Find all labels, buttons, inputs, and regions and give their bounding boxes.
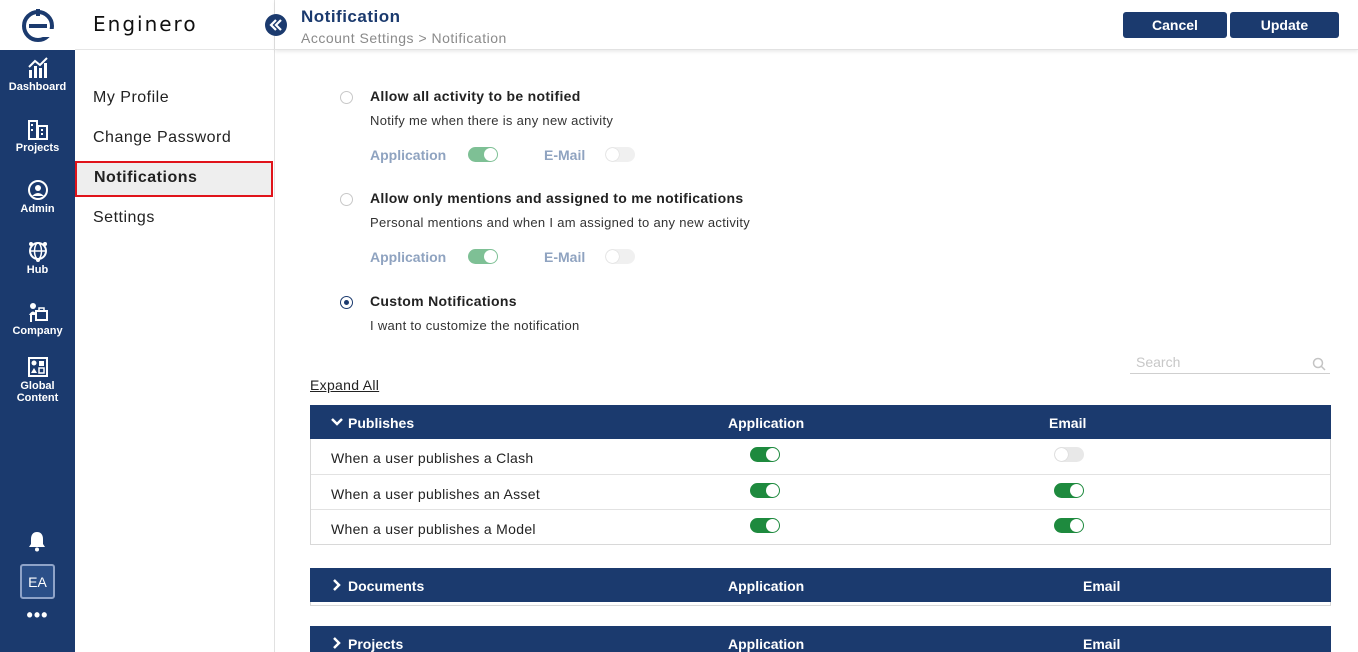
email-toggle[interactable]: [605, 249, 635, 264]
double-chevron-left-icon: [269, 19, 282, 31]
brand-name: Enginero: [93, 12, 198, 36]
app-logo[interactable]: [0, 0, 75, 50]
option-description: I want to customize the notification: [370, 318, 580, 333]
sidebar-item-change-password[interactable]: Change Password: [75, 121, 273, 155]
chevron-down-icon: [331, 418, 343, 426]
email-toggle[interactable]: [1054, 518, 1084, 533]
rail-label: Company: [12, 325, 63, 337]
column-header-application: Application: [728, 578, 805, 594]
rail-item-dashboard[interactable]: Dashboard: [0, 57, 75, 93]
sidebar-divider: [75, 49, 275, 50]
column-header-email: Email: [1083, 636, 1121, 652]
email-label: E-Mail: [544, 249, 586, 265]
section-footer: [310, 602, 1331, 606]
admin-user-icon: [27, 180, 48, 200]
more-menu-button[interactable]: •••: [0, 606, 75, 624]
column-header-application: Application: [728, 636, 805, 652]
application-toggle[interactable]: [468, 249, 498, 264]
collapse-sidebar-button[interactable]: [265, 14, 287, 36]
sidebar-item-my-profile[interactable]: My Profile: [75, 81, 273, 115]
application-toggle[interactable]: [750, 483, 780, 498]
rail-label: Global: [20, 380, 55, 392]
sidebar-item-notifications[interactable]: Notifications: [75, 161, 273, 197]
dashboard-icon: [27, 57, 48, 78]
column-header-application: Application: [728, 415, 805, 431]
application-label: Application: [370, 147, 447, 163]
option-title: Allow only mentions and assigned to me n…: [370, 190, 744, 206]
rail-label: Hub: [26, 264, 49, 276]
settings-sidebar: Enginero My Profile Change Password Noti…: [75, 0, 275, 652]
section-documents: Documents Application Email: [310, 568, 1331, 606]
chevron-right-icon: [333, 637, 341, 649]
table-row: When a user publishes a Clash: [311, 439, 1330, 474]
breadcrumb: Account Settings > Notification: [301, 30, 507, 46]
application-label: Application: [370, 249, 447, 265]
rail-item-global-content[interactable]: Global Content: [0, 356, 75, 404]
sidebar-item-settings[interactable]: Settings: [75, 201, 273, 235]
email-toggle[interactable]: [1054, 447, 1084, 462]
rail-item-projects[interactable]: Projects: [0, 118, 75, 154]
radio-all-activity[interactable]: [340, 91, 353, 104]
section-header[interactable]: Publishes Application Email: [310, 405, 1331, 439]
app-rail: Dashboard Projects Admin Hub Company Glo…: [0, 0, 75, 652]
avatar[interactable]: EA: [20, 564, 55, 599]
enginero-logo-icon: [21, 9, 56, 42]
row-label: When a user publishes a Model: [331, 521, 536, 537]
email-toggle[interactable]: [605, 147, 635, 162]
buildings-icon: [27, 120, 48, 140]
section-projects: Projects Application Email: [310, 626, 1331, 652]
hub-globe-icon: [28, 242, 47, 262]
table-row: When a user publishes a Model: [311, 509, 1330, 544]
column-header-email: Email: [1049, 415, 1087, 431]
section-title: Publishes: [348, 415, 415, 431]
application-toggle[interactable]: [750, 447, 780, 462]
section-publishes: Publishes Application Email When a user …: [310, 405, 1331, 545]
application-toggle[interactable]: [468, 147, 498, 162]
search-input[interactable]: [1130, 352, 1300, 372]
section-body: When a user publishes a Clash When a use…: [310, 439, 1331, 545]
notifications-bell-button[interactable]: [26, 530, 48, 557]
section-header[interactable]: Projects Application Email: [310, 626, 1331, 652]
rail-item-company[interactable]: Company: [0, 301, 75, 337]
rail-label: Content: [16, 392, 59, 404]
rail-item-hub[interactable]: Hub: [0, 240, 75, 276]
row-label: When a user publishes an Asset: [331, 486, 541, 502]
application-toggle[interactable]: [750, 518, 780, 533]
rail-label: Admin: [20, 203, 55, 215]
table-row: When a user publishes an Asset: [311, 474, 1330, 509]
radio-mentions-assigned[interactable]: [340, 193, 353, 206]
row-label: When a user publishes a Clash: [331, 450, 534, 466]
cancel-button[interactable]: Cancel: [1123, 12, 1227, 38]
rail-label: Dashboard: [8, 81, 67, 93]
search-box: [1130, 352, 1330, 374]
bell-icon: [29, 532, 45, 552]
rail-item-admin[interactable]: Admin: [0, 179, 75, 215]
option-title: Custom Notifications: [370, 293, 517, 309]
option-title: Allow all activity to be notified: [370, 88, 581, 104]
section-title: Documents: [348, 578, 425, 594]
rail-label: Projects: [15, 142, 60, 154]
email-label: E-Mail: [544, 147, 586, 163]
chevron-right-icon: [333, 579, 341, 591]
radio-custom[interactable]: [340, 296, 353, 309]
update-button[interactable]: Update: [1230, 12, 1339, 38]
section-title: Projects: [348, 636, 404, 652]
page-title: Notification: [301, 7, 401, 26]
search-icon: [1312, 357, 1326, 371]
page-header: Notification Account Settings > Notifica…: [275, 0, 1358, 50]
expand-all-link[interactable]: Expand All: [310, 377, 379, 393]
option-description: Personal mentions and when I am assigned…: [370, 215, 751, 230]
global-content-icon: [27, 357, 48, 377]
option-description: Notify me when there is any new activity: [370, 113, 614, 128]
email-toggle[interactable]: [1054, 483, 1084, 498]
section-header[interactable]: Documents Application Email: [310, 568, 1331, 602]
company-icon: [28, 303, 48, 322]
column-header-email: Email: [1083, 578, 1121, 594]
